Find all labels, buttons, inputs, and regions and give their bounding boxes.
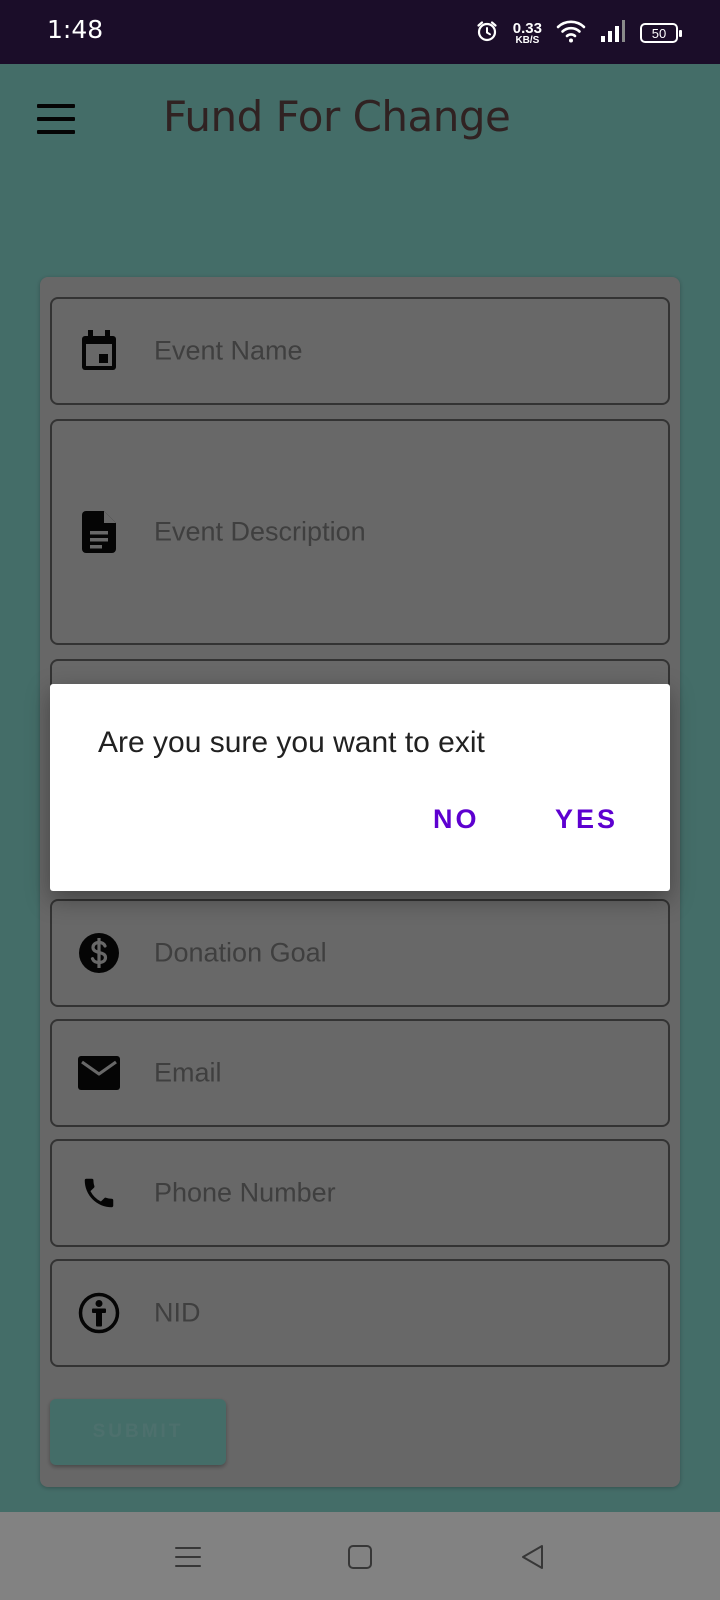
net-speed: 0.33 KB/S: [513, 21, 542, 46]
exit-confirmation-dialog: Are you sure you want to exit NO YES: [50, 684, 670, 891]
status-icons: 0.33 KB/S 50: [475, 18, 682, 48]
status-bar: 1:48 0.33 KB/S 50: [0, 0, 720, 64]
no-button[interactable]: NO: [433, 804, 480, 835]
battery-icon: 50: [640, 23, 682, 43]
net-speed-unit: KB/S: [515, 34, 540, 46]
yes-button[interactable]: YES: [555, 804, 618, 835]
dialog-message: Are you sure you want to exit: [98, 726, 485, 759]
wifi-icon: [556, 18, 586, 48]
alarm-icon: [475, 19, 499, 47]
battery-level: 50: [651, 25, 667, 41]
signal-icon: [600, 19, 626, 47]
status-time: 1:48: [47, 15, 104, 44]
net-speed-value: 0.33: [512, 19, 542, 37]
